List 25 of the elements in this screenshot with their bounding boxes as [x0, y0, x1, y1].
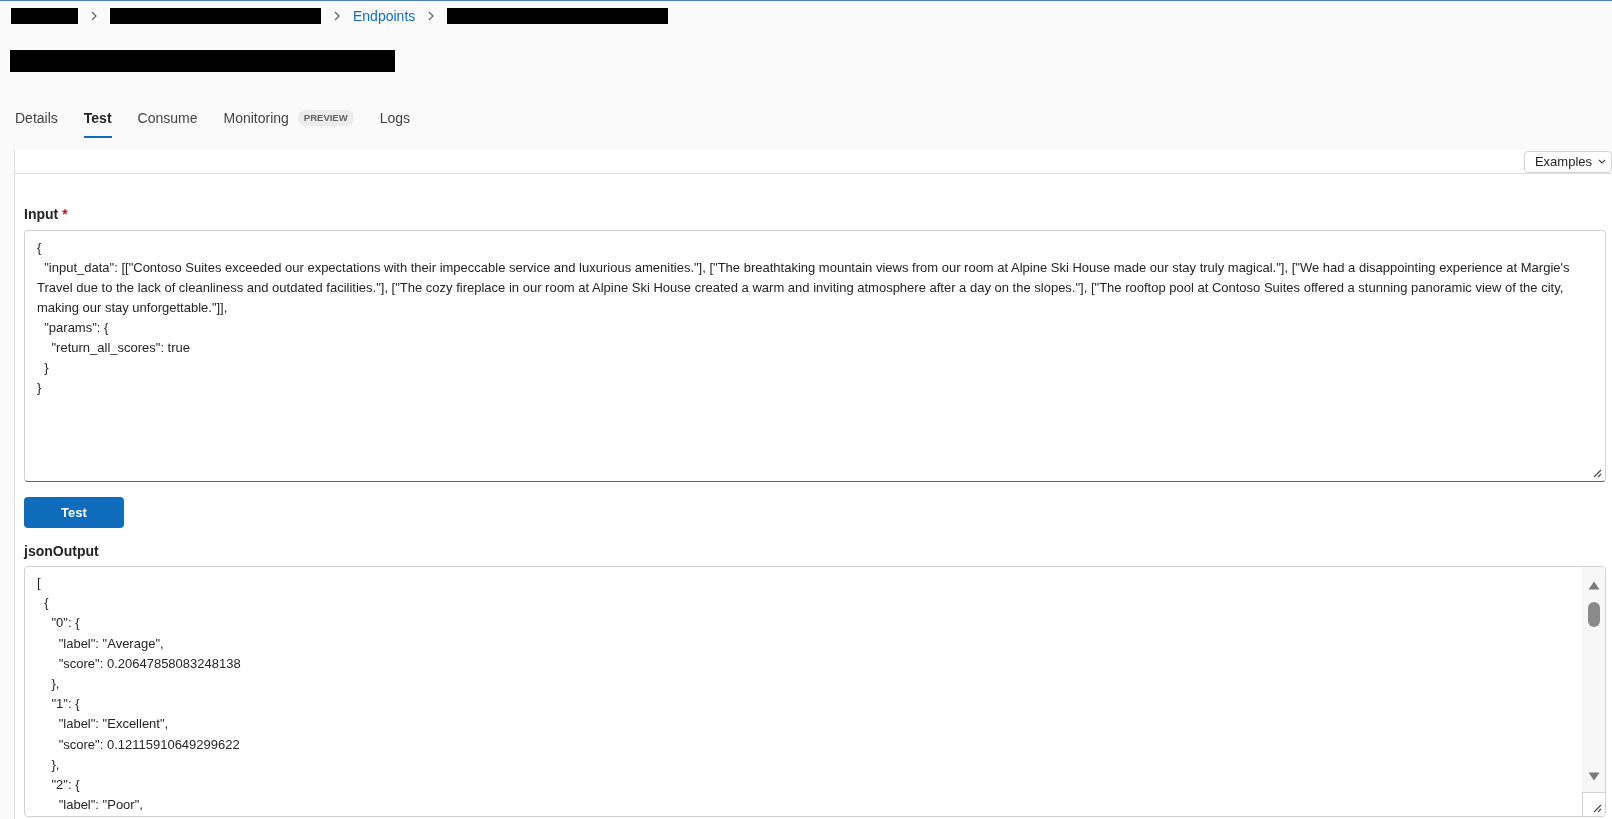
chevron-right-icon: [90, 11, 98, 21]
tab[interactable]: Consume: [137, 100, 198, 138]
resize-grip-icon[interactable]: [1592, 468, 1602, 478]
chevron-down-icon: [1598, 159, 1606, 165]
scroll-up-arrow-icon[interactable]: [1587, 581, 1600, 590]
output-field[interactable]: [ { "0": { "label": "Average", "score": 0.20647858083248138 }, "1": { "label": "Excellent", "score": 0.12115910649299622 }, "2": { "label": "Poor",: [24, 566, 1606, 817]
tab[interactable]: Test: [83, 100, 112, 138]
resize-grip-icon[interactable]: [1592, 803, 1602, 813]
input-field[interactable]: { "input_data": [["Contoso Suites exceeded our expectations with their impeccable service and luxurious amenities."], ["The breathtaking mountain views from our room at Alpine Ski House made our stay truly magical."], ["We had a disappointing experience at Margie's Travel due to the lack of cleanliness and outdated facilities."], ["The cozy fireplace in our room at Alpine Ski House created a warm and inviting atmosphere after a day on the slopes."], ["The rooftop pool at Contoso Suites offered a stunning panoramic view of the city, making our stay unforgettable."]], "params": { "return_all_scores": true } }: [24, 230, 1606, 482]
tab[interactable]: Details: [15, 100, 58, 138]
breadcrumb-link[interactable]: Endpoints: [353, 6, 416, 26]
required-asterisk: *: [62, 206, 68, 222]
output-text: [ { "0": { "label": "Average", "score": 0.20647858083248138 }, "1": { "label": "Excellent", "score": 0.12115910649299622 }, "2": { "label": "Poor",: [36, 574, 242, 815]
test-button[interactable]: Test: [24, 497, 124, 528]
chevron-right-icon: [427, 11, 436, 21]
tab[interactable]: Logs: [379, 100, 410, 138]
scroll-down-arrow-icon[interactable]: [1587, 772, 1600, 781]
output-label: jsonOutput: [24, 542, 100, 560]
input-label: Input: [24, 206, 59, 222]
examples-button[interactable]: Examples: [1523, 151, 1612, 173]
preview-tag: PREVIEW: [297, 110, 354, 126]
redaction-bar: [11, 8, 78, 24]
scrollbar-thumb[interactable]: [1587, 602, 1600, 627]
chevron-right-icon: [333, 11, 341, 21]
tab[interactable]: Monitoring PREVIEW: [223, 100, 354, 138]
